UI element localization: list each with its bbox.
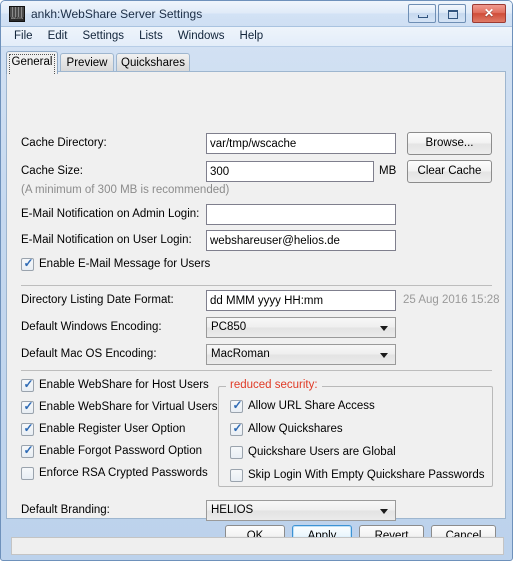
enable-forgot-password-checkbox[interactable]: ✓	[21, 443, 34, 458]
maximize-icon	[448, 10, 458, 19]
minimize-icon	[418, 15, 428, 18]
windows-encoding-label: Default Windows Encoding:	[21, 321, 162, 333]
chevron-down-icon	[380, 509, 388, 514]
skip-login-empty-quickshare-passwords-label: Skip Login With Empty Quickshare Passwor…	[248, 469, 485, 481]
client-area: General Preview Quickshares Cache Direct…	[1, 47, 512, 560]
chevron-down-icon	[380, 353, 388, 358]
cache-size-hint: (A minimum of 300 MB is recommended)	[21, 184, 230, 196]
enable-register-user-label: Enable Register User Option	[39, 423, 186, 435]
enforce-rsa-crypted-passwords-label: Enforce RSA Crypted Passwords	[39, 467, 208, 479]
title-bar: HELIOS ankh:WebShare Server Settings ✕	[1, 1, 512, 27]
section-divider-1	[21, 285, 492, 286]
check-icon	[23, 466, 34, 479]
status-bar	[11, 537, 504, 555]
enforce-rsa-crypted-passwords-checkbox[interactable]	[21, 467, 34, 480]
browse-button[interactable]: Browse...	[407, 132, 492, 155]
reduced-security-title: reduced security:	[226, 379, 322, 392]
cache-size-input[interactable]	[206, 161, 374, 182]
date-format-preview: 25 Aug 2016 15:28	[403, 294, 500, 306]
cache-size-label: Cache Size:	[21, 165, 84, 177]
close-icon: ✕	[483, 6, 495, 20]
enable-webshare-virtual-users-checkbox[interactable]: ✓	[21, 399, 34, 414]
settings-window: HELIOS ankh:WebShare Server Settings ✕ F…	[0, 0, 513, 561]
menu-bar: File Edit Settings Lists Windows Help	[1, 27, 512, 47]
default-branding-select[interactable]: HELIOS	[206, 500, 396, 521]
enable-email-message-label: Enable E-Mail Message for Users	[39, 258, 211, 270]
check-icon: ✓	[23, 421, 34, 435]
close-button[interactable]: ✕	[472, 4, 506, 23]
mac-encoding-value: MacRoman	[211, 348, 270, 360]
check-icon: ✓	[23, 443, 34, 457]
chevron-down-icon	[380, 326, 388, 331]
menu-item-file[interactable]: File	[8, 27, 39, 46]
clear-cache-button[interactable]: Clear Cache	[407, 160, 492, 183]
email-user-input[interactable]	[206, 230, 396, 251]
tab-general[interactable]: General	[6, 51, 58, 74]
tab-quickshares-label: Quickshares	[121, 57, 185, 69]
app-icon-brand-label: HELIOS	[10, 16, 24, 20]
menu-item-settings[interactable]: Settings	[76, 27, 130, 46]
check-icon: ✓	[232, 421, 243, 435]
section-divider-2	[21, 370, 492, 371]
enable-webshare-host-users-checkbox[interactable]: ✓	[21, 377, 34, 392]
check-icon	[232, 445, 243, 458]
default-branding-value: HELIOS	[211, 504, 254, 516]
enable-webshare-host-users-label: Enable WebShare for Host Users	[39, 379, 209, 391]
enable-webshare-virtual-users-label: Enable WebShare for Virtual Users	[39, 401, 218, 413]
window-title: ankh:WebShare Server Settings	[31, 7, 203, 21]
general-tab-panel: Cache Directory: Browse... Cache Size: M…	[6, 71, 506, 521]
menu-item-windows[interactable]: Windows	[172, 27, 231, 46]
check-icon	[232, 468, 243, 481]
enable-register-user-checkbox[interactable]: ✓	[21, 421, 34, 436]
quickshare-users-are-global-label: Quickshare Users are Global	[248, 446, 396, 458]
tab-preview-label: Preview	[66, 57, 108, 69]
allow-url-share-access-checkbox[interactable]: ✓	[230, 398, 243, 413]
maximize-button[interactable]	[438, 4, 466, 23]
email-admin-label: E-Mail Notification on Admin Login:	[21, 208, 200, 220]
cache-directory-input[interactable]	[206, 133, 396, 154]
check-icon: ✓	[232, 398, 243, 412]
allow-url-share-access-label: Allow URL Share Access	[248, 400, 375, 412]
enable-email-message-checkbox[interactable]: ✓	[21, 256, 34, 271]
check-icon: ✓	[23, 256, 34, 270]
date-format-input[interactable]	[206, 290, 396, 311]
check-icon: ✓	[23, 399, 34, 413]
default-branding-label: Default Branding:	[21, 504, 110, 516]
mac-encoding-label: Default Mac OS Encoding:	[21, 348, 157, 360]
allow-quickshares-label: Allow Quickshares	[248, 423, 343, 435]
menu-item-help[interactable]: Help	[234, 27, 270, 46]
enable-forgot-password-label: Enable Forgot Password Option	[39, 445, 203, 457]
menu-item-edit[interactable]: Edit	[42, 27, 74, 46]
tab-preview[interactable]: Preview	[60, 53, 114, 73]
date-format-label: Directory Listing Date Format:	[21, 294, 174, 306]
quickshare-users-are-global-checkbox[interactable]	[230, 446, 243, 459]
windows-encoding-select[interactable]: PC850	[206, 317, 396, 338]
email-user-label: E-Mail Notification on User Login:	[21, 234, 192, 246]
tab-strip: General Preview Quickshares	[6, 51, 506, 74]
cache-size-unit-label: MB	[379, 165, 397, 177]
tab-general-label: General	[11, 56, 53, 68]
skip-login-empty-quickshare-passwords-checkbox[interactable]	[230, 469, 243, 482]
windows-encoding-value: PC850	[211, 321, 247, 333]
cache-directory-label: Cache Directory:	[21, 137, 107, 149]
check-icon: ✓	[23, 377, 34, 391]
helios-app-icon: HELIOS	[9, 6, 25, 22]
mac-encoding-select[interactable]: MacRoman	[206, 344, 396, 365]
allow-quickshares-checkbox[interactable]: ✓	[230, 421, 243, 436]
menu-item-lists[interactable]: Lists	[133, 27, 169, 46]
tab-quickshares[interactable]: Quickshares	[116, 53, 190, 73]
minimize-button[interactable]	[408, 4, 436, 23]
email-admin-input[interactable]	[206, 204, 396, 225]
